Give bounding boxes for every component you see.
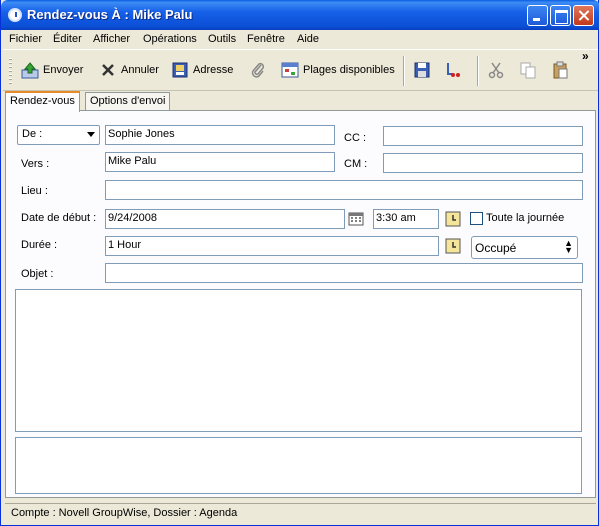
attach-button[interactable] — [249, 58, 271, 82]
paperclip-icon — [249, 61, 267, 79]
to-label: Vers : — [21, 158, 50, 170]
to-field[interactable]: Mike Palu — [105, 152, 335, 172]
spell-check-icon — [445, 61, 463, 79]
cancel-button[interactable]: Annuler — [99, 58, 159, 82]
tab-send-options[interactable]: Options d'envoi — [85, 92, 171, 111]
tab-rendez-vous[interactable]: Rendez-vous — [5, 91, 80, 112]
show-as-value: Occupé — [475, 241, 517, 255]
toolbar-overflow-chevron[interactable]: » — [582, 49, 589, 63]
from-dropdown[interactable]: De : — [17, 125, 100, 145]
all-day-label: Toute la journée — [486, 212, 565, 224]
busy-search-button[interactable]: Plages disponibles — [281, 58, 395, 82]
place-field[interactable] — [105, 180, 583, 200]
save-icon — [413, 61, 431, 79]
menu-fichier[interactable]: Fichier — [9, 33, 42, 45]
menu-operations[interactable]: Opérations — [143, 33, 197, 45]
cc-label: CC : — [344, 132, 366, 144]
paste-icon — [551, 61, 569, 79]
copy-icon — [519, 61, 537, 79]
menu-afficher[interactable]: Afficher — [93, 33, 130, 45]
menu-fenetre[interactable]: Fenêtre — [247, 33, 285, 45]
address-label: Adresse — [193, 64, 234, 76]
busy-search-label: Plages disponibles — [303, 64, 395, 76]
from-field[interactable]: Sophie Jones — [105, 125, 335, 145]
tab-strip: Rendez-vous Options d'envoi — [5, 91, 596, 112]
menu-outils[interactable]: Outils — [208, 33, 236, 45]
up-down-arrows-icon: ▲ ▼ — [564, 238, 573, 255]
subject-label: Objet : — [21, 268, 54, 280]
maximize-button[interactable] — [550, 5, 571, 26]
title-bar[interactable]: Rendez-vous À : Mike Palu — [1, 0, 599, 30]
cancel-label: Annuler — [121, 64, 159, 76]
scissors-icon — [487, 61, 505, 79]
bc-label: CM : — [344, 158, 368, 170]
duration-label: Durée : — [21, 239, 58, 251]
show-as-dropdown[interactable]: Occupé ▲ ▼ — [471, 236, 578, 259]
cut-button[interactable] — [487, 58, 509, 82]
start-date-label: Date de début : — [21, 212, 97, 224]
address-book-icon — [171, 61, 189, 79]
toolbar-separator — [477, 56, 479, 86]
clock-icon — [8, 8, 22, 22]
duration-field[interactable]: 1 Hour — [105, 236, 439, 256]
start-time-field[interactable]: 3:30 am — [373, 209, 439, 229]
send-label: Envoyer — [43, 64, 84, 76]
bc-field[interactable] — [383, 153, 583, 173]
save-button[interactable] — [413, 58, 435, 82]
chevron-down-icon — [87, 132, 95, 137]
place-label: Lieu : — [21, 185, 48, 197]
menu-aide[interactable]: Aide — [297, 33, 319, 45]
menu-editer[interactable]: Éditer — [53, 33, 82, 45]
close-button[interactable] — [573, 5, 594, 26]
status-bar: Compte : Novell GroupWise, Dossier : Age… — [5, 503, 596, 523]
subject-field[interactable] — [105, 263, 583, 283]
send-button[interactable]: Envoyer — [21, 58, 83, 82]
clock-icon[interactable] — [444, 237, 462, 255]
spell-check-button[interactable] — [445, 58, 467, 82]
cc-field[interactable] — [383, 126, 583, 146]
window-title: Rendez-vous À : Mike Palu — [27, 7, 193, 22]
signature-area[interactable] — [15, 437, 582, 494]
all-day-checkbox[interactable] — [470, 212, 483, 225]
start-date-field[interactable]: 9/24/2008 — [105, 209, 345, 229]
send-icon — [21, 61, 39, 79]
from-label: De : — [22, 128, 43, 140]
toolbar: Envoyer Annuler Adresse Plages disponibl… — [3, 49, 598, 91]
minimize-button[interactable] — [527, 5, 548, 26]
calendar-icon[interactable] — [347, 210, 365, 228]
toolbar-separator — [403, 56, 405, 86]
copy-button[interactable] — [519, 58, 541, 82]
appointment-window: Rendez-vous À : Mike Palu Fichier Éditer… — [0, 0, 599, 526]
message-body[interactable] — [15, 289, 582, 432]
clock-icon[interactable] — [444, 210, 462, 228]
address-book-button[interactable]: Adresse — [171, 58, 233, 82]
busy-search-icon — [281, 61, 299, 79]
paste-button[interactable] — [551, 58, 573, 82]
menu-bar: Fichier Éditer Afficher Opérations Outil… — [3, 30, 598, 49]
toolbar-grip[interactable] — [9, 58, 12, 84]
close-icon — [99, 61, 117, 79]
